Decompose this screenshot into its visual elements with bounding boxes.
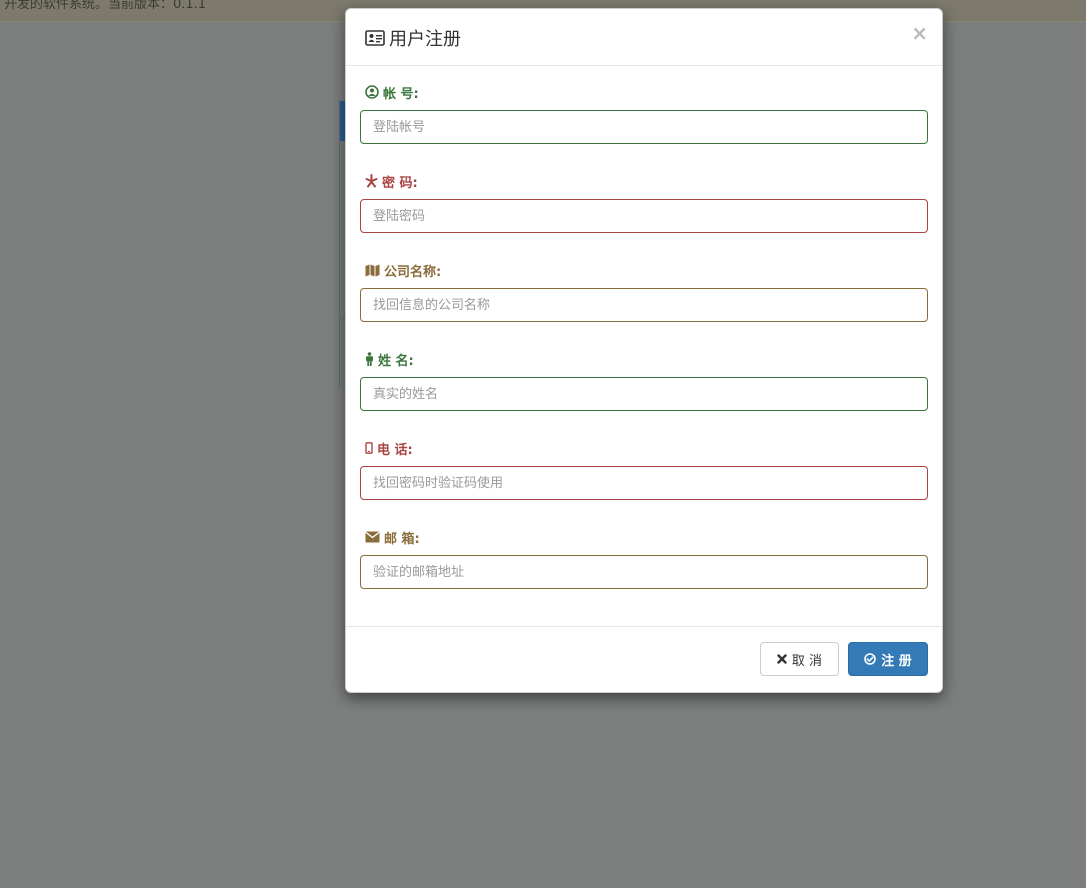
account-input[interactable] [360,110,928,144]
account-label-text: 帐 号: [383,86,419,102]
close-button[interactable]: × [911,23,928,43]
cancel-button[interactable]: 取 消 [760,642,839,676]
register-modal: 用户注册 × 帐 号: 登陆帐号 密 码: 公司名称: 找回信息的公司名称 姓 … [345,8,943,693]
person-icon [365,352,374,366]
cancel-button-label: 取 消 [791,653,823,669]
check-circle-icon [864,653,877,665]
password-input[interactable] [360,199,928,233]
account-label: 帐 号: [365,82,928,102]
modal-body: 帐 号: 密 码: [346,66,942,629]
close-icon [777,654,787,664]
phone-field-group: 电 话: [360,438,928,500]
password-label: 密 码: [365,171,928,191]
company-field-group: 公司名称: [360,260,928,322]
password-field-group: 密 码: [360,171,928,233]
asterisk-icon [365,174,378,188]
name-input[interactable] [360,377,928,411]
company-label: 公司名称: [365,260,928,280]
register-button[interactable]: 注 册 [848,642,928,676]
company-label-text: 公司名称: [384,264,442,280]
modal-title-text: 用户注册 [389,29,461,50]
modal-footer: 取 消 注 册 [346,626,942,692]
email-label: 邮 箱: [365,527,928,547]
mobile-icon [365,442,373,454]
modal-header: 用户注册 × [346,9,942,66]
user-circle-icon [365,85,379,99]
phone-label-text: 电 话: [377,442,413,458]
company-input[interactable] [360,288,928,322]
modal-title: 用户注册 [365,25,461,51]
envelope-icon [365,531,380,543]
name-label: 姓 名: [365,349,928,369]
id-card-icon [365,30,385,46]
register-button-label: 注 册 [881,653,912,669]
name-field-group: 姓 名: [360,349,928,411]
banner-text: 开发的软件系统。当前版本：0.1.1 [4,0,207,12]
email-field-group: 邮 箱: [360,527,928,589]
account-field-group: 帐 号: [360,82,928,144]
email-label-text: 邮 箱: [384,531,420,547]
password-label-text: 密 码: [382,175,418,191]
phone-label: 电 话: [365,438,928,458]
map-icon [365,264,380,277]
name-label-text: 姓 名: [378,353,414,369]
phone-input[interactable] [360,466,928,500]
email-input[interactable] [360,555,928,589]
